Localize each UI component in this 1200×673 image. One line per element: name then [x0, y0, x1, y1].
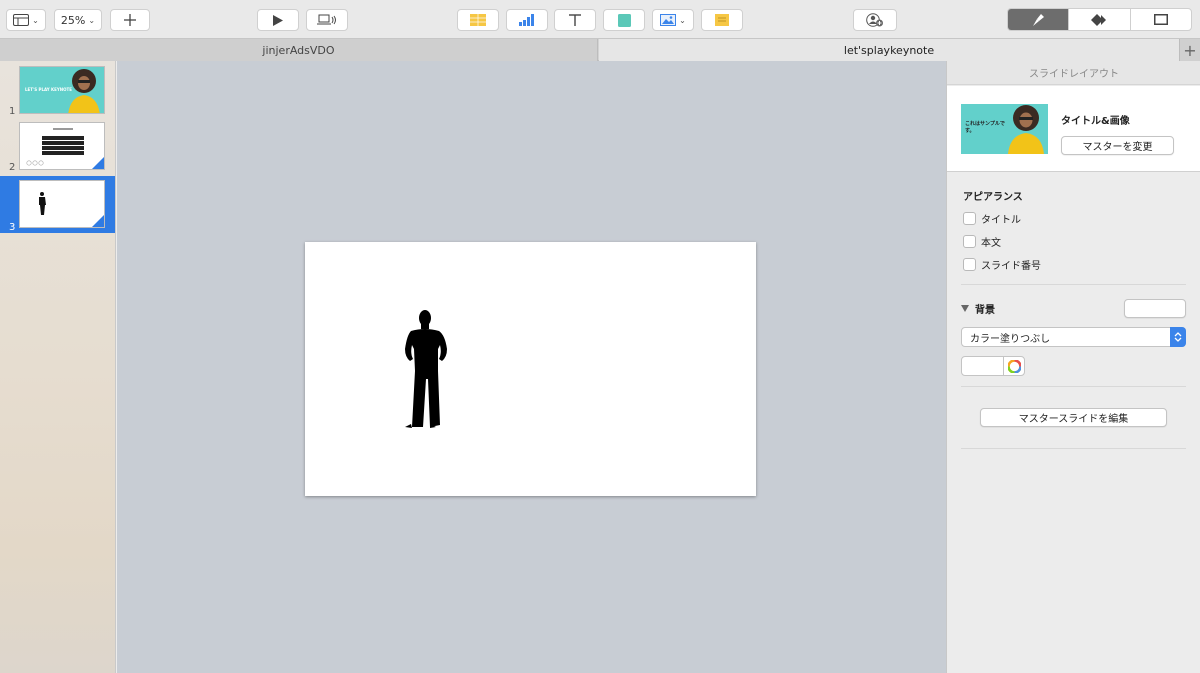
slide-number: 1: [9, 106, 16, 117]
slide-number-checkbox[interactable]: [963, 258, 976, 271]
comment-button[interactable]: [701, 9, 743, 31]
divider: [961, 448, 1186, 449]
format-brush-icon: [1033, 13, 1045, 26]
keynote-live-button[interactable]: [306, 9, 348, 31]
build-indicator: [92, 157, 104, 169]
chevron-down-icon: ⌄: [32, 15, 39, 25]
checkbox-label: タイトル: [981, 215, 1021, 226]
shape-icon: [617, 13, 631, 27]
chart-button[interactable]: [506, 9, 548, 31]
table-icon: [470, 14, 486, 26]
document-icon: [1153, 14, 1168, 25]
person-silhouette[interactable]: [402, 309, 452, 429]
play-icon: [273, 14, 283, 26]
title-checkbox[interactable]: [963, 212, 976, 225]
divider: [961, 386, 1186, 387]
select-arrows-icon: [1170, 327, 1186, 347]
checkbox-label: スライド番号: [981, 261, 1041, 272]
background-section-toggle[interactable]: 背景: [961, 301, 995, 316]
keynote-live-icon: [317, 14, 336, 25]
new-tab-button[interactable]: +: [1179, 39, 1200, 61]
disclosure-triangle-icon: [961, 305, 969, 312]
slide-thumbnail-2[interactable]: 2: [0, 119, 115, 173]
zoom-menu-button[interactable]: 25% ⌄: [54, 9, 102, 31]
text-icon: [569, 14, 581, 26]
inspector-segmented-control: [1007, 8, 1192, 31]
slide-navigator: 1 LET'S PLAY KEYNOTE 2 3: [0, 61, 116, 673]
media-button[interactable]: ⌄: [652, 9, 694, 31]
change-master-button[interactable]: マスターを変更: [1061, 136, 1174, 155]
slide-thumbnail-3[interactable]: 3: [0, 176, 115, 233]
current-slide[interactable]: [305, 242, 756, 496]
woman-photo: [68, 69, 100, 113]
play-button[interactable]: [257, 9, 299, 31]
animate-diamond-icon: [1091, 13, 1107, 26]
text-button[interactable]: [554, 9, 596, 31]
bar-chart-icon: [519, 14, 534, 26]
layout-name: タイトル&画像: [1061, 116, 1130, 127]
fill-color-well[interactable]: [962, 357, 1004, 375]
fill-type-select[interactable]: カラー塗りつぶし: [961, 327, 1186, 347]
format-inspector: スライドレイアウト これはサンプルです。 タイトル&画像 マスターを変更 アピア…: [946, 61, 1200, 673]
appearance-title: アピアランス: [963, 192, 1023, 203]
chevron-down-icon: ⌄: [679, 15, 686, 25]
table-button[interactable]: [457, 9, 499, 31]
body-checkbox[interactable]: [963, 235, 976, 248]
color-wheel-button[interactable]: [1004, 357, 1024, 375]
checkbox-label: 本文: [981, 238, 1001, 249]
slide-thumbnail-1[interactable]: 1 LET'S PLAY KEYNOTE: [0, 63, 115, 117]
plus-icon: [124, 14, 136, 26]
slide-canvas[interactable]: [117, 61, 946, 673]
fill-color-control: [961, 356, 1025, 376]
appearance-body-option[interactable]: 本文: [963, 234, 1001, 249]
image-icon: [660, 14, 677, 26]
add-slide-button[interactable]: [110, 9, 150, 31]
fill-select-value: カラー塗りつぶし: [970, 333, 1051, 345]
tab-letsplaykeynote[interactable]: let'splaykeynote: [599, 39, 1179, 61]
divider: [961, 284, 1186, 285]
slide-preview: [19, 122, 105, 170]
zoom-value: 25%: [60, 13, 86, 27]
format-tab[interactable]: [1008, 9, 1069, 30]
woman-photo: [1008, 105, 1044, 154]
background-color-well[interactable]: [1124, 299, 1186, 318]
view-menu-button[interactable]: ⌄: [6, 9, 46, 31]
layout-thumbnail[interactable]: これはサンプルです。: [961, 104, 1048, 154]
tab-bar: jinjerAdsVDO let'splaykeynote +: [0, 38, 1200, 61]
toolbar: ⌄ 25% ⌄ ⌄: [0, 0, 1200, 38]
comment-icon: [715, 14, 729, 26]
build-indicator: [92, 215, 104, 227]
slide-preview: [19, 180, 105, 228]
tab-label: let'splaykeynote: [843, 43, 935, 57]
animate-tab[interactable]: [1068, 9, 1129, 30]
chevron-down-icon: ⌄: [88, 15, 96, 25]
edit-master-slide-button[interactable]: マスタースライドを編集: [980, 408, 1167, 427]
slide-preview: LET'S PLAY KEYNOTE: [19, 66, 105, 114]
document-tab[interactable]: [1129, 9, 1191, 30]
sidebar-view-icon: [13, 14, 30, 26]
slide-layout-panel: これはサンプルです。 タイトル&画像 マスターを変更: [947, 86, 1200, 172]
slide-number: 2: [9, 162, 16, 173]
add-person-icon: [866, 13, 883, 27]
color-wheel-icon: [1007, 359, 1021, 373]
slide-number: 3: [9, 222, 16, 233]
background-title: 背景: [975, 305, 995, 316]
appearance-slide-number-option[interactable]: スライド番号: [963, 257, 1041, 272]
tab-label: jinjerAdsVDO: [262, 43, 335, 57]
shape-button[interactable]: [603, 9, 645, 31]
appearance-title-option[interactable]: タイトル: [963, 211, 1021, 226]
tab-jinjeradsvdo[interactable]: jinjerAdsVDO: [0, 39, 598, 61]
collaborate-button[interactable]: [853, 9, 897, 31]
plus-icon: +: [1183, 40, 1197, 60]
inspector-header: スライドレイアウト: [947, 61, 1200, 85]
